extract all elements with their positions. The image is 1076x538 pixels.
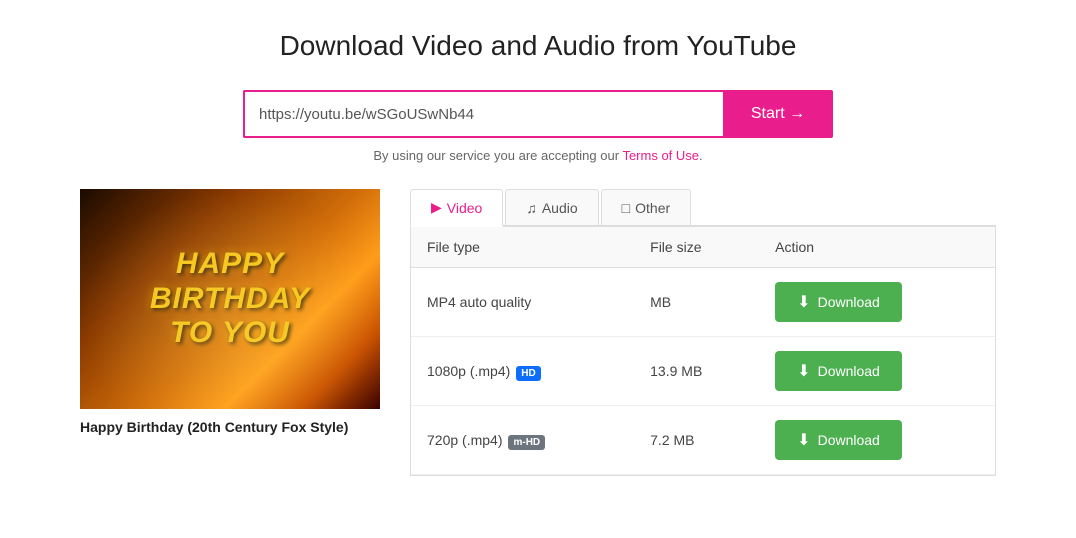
action-cell-1: ⬇ Download	[759, 337, 995, 406]
page-wrapper: Download Video and Audio from YouTube St…	[0, 0, 1076, 506]
action-cell-2: ⬇ Download	[759, 406, 995, 475]
results-section: ▶ Video ♫ Audio □ Other File typeFile sizeAct…	[410, 189, 996, 476]
quality-badge-1: HD	[516, 366, 540, 381]
other-tab-icon: □	[622, 200, 630, 216]
audio-tab-label: Audio	[542, 200, 578, 216]
page-title: Download Video and Audio from YouTube	[80, 30, 996, 62]
video-title: Happy Birthday (20th Century Fox Style)	[80, 419, 380, 435]
terms-suffix: .	[699, 148, 703, 163]
tabs-bar: ▶ Video ♫ Audio □ Other	[410, 189, 996, 227]
download-label-2: Download	[818, 432, 880, 448]
terms-text: By using our service you are accepting o…	[80, 148, 996, 163]
download-icon-2: ⬇	[797, 430, 810, 450]
download-icon-0: ⬇	[797, 292, 810, 312]
col-header-action: Action	[759, 227, 995, 268]
table-container: File typeFile sizeAction MP4 auto qualit…	[410, 227, 996, 476]
terms-prefix: By using our service you are accepting o…	[373, 148, 622, 163]
url-input[interactable]	[243, 90, 723, 138]
video-tab-label: Video	[447, 200, 483, 216]
tab-audio[interactable]: ♫ Audio	[505, 189, 598, 225]
tab-video[interactable]: ▶ Video	[410, 189, 503, 227]
file-type-label-1: 1080p (.mp4)	[427, 363, 510, 379]
video-tab-icon: ▶	[431, 199, 442, 216]
file-type-cell-2: 720p (.mp4) m-HD	[411, 406, 634, 475]
start-button[interactable]: Start →	[723, 90, 833, 138]
download-label-0: Download	[818, 294, 880, 310]
search-bar: Start →	[80, 90, 996, 138]
file-type-label-0: MP4 auto quality	[427, 294, 531, 310]
action-cell-0: ⬇ Download	[759, 268, 995, 337]
tab-other[interactable]: □ Other	[601, 189, 691, 225]
file-type-cell-0: MP4 auto quality	[411, 268, 634, 337]
thumbnail-section: HAPPY BIRTHDAY TO YOU Happy Birthday (20…	[80, 189, 380, 435]
file-size-cell-0: MB	[634, 268, 759, 337]
table-row: MP4 auto quality MB ⬇ Download	[411, 268, 995, 337]
audio-tab-icon: ♫	[526, 200, 537, 216]
table-row: 1080p (.mp4) HD 13.9 MB ⬇ Download	[411, 337, 995, 406]
table-row: 720p (.mp4) m-HD 7.2 MB ⬇ Download	[411, 406, 995, 475]
light-rays-decoration	[80, 189, 380, 409]
results-table: File typeFile sizeAction MP4 auto qualit…	[411, 227, 995, 475]
terms-link[interactable]: Terms of Use	[622, 148, 699, 163]
col-header-file-type: File type	[411, 227, 634, 268]
content-area: HAPPY BIRTHDAY TO YOU Happy Birthday (20…	[80, 189, 996, 476]
quality-badge-2: m-HD	[508, 435, 545, 450]
file-type-cell-1: 1080p (.mp4) HD	[411, 337, 634, 406]
file-size-cell-1: 13.9 MB	[634, 337, 759, 406]
other-tab-label: Other	[635, 200, 670, 216]
file-size-cell-2: 7.2 MB	[634, 406, 759, 475]
start-label: Start →	[751, 105, 805, 123]
col-header-file-size: File size	[634, 227, 759, 268]
download-label-1: Download	[818, 363, 880, 379]
download-button-0[interactable]: ⬇ Download	[775, 282, 902, 322]
download-button-2[interactable]: ⬇ Download	[775, 420, 902, 460]
download-icon-1: ⬇	[797, 361, 810, 381]
download-button-1[interactable]: ⬇ Download	[775, 351, 902, 391]
thumbnail-image: HAPPY BIRTHDAY TO YOU	[80, 189, 380, 409]
file-type-label-2: 720p (.mp4)	[427, 432, 502, 448]
